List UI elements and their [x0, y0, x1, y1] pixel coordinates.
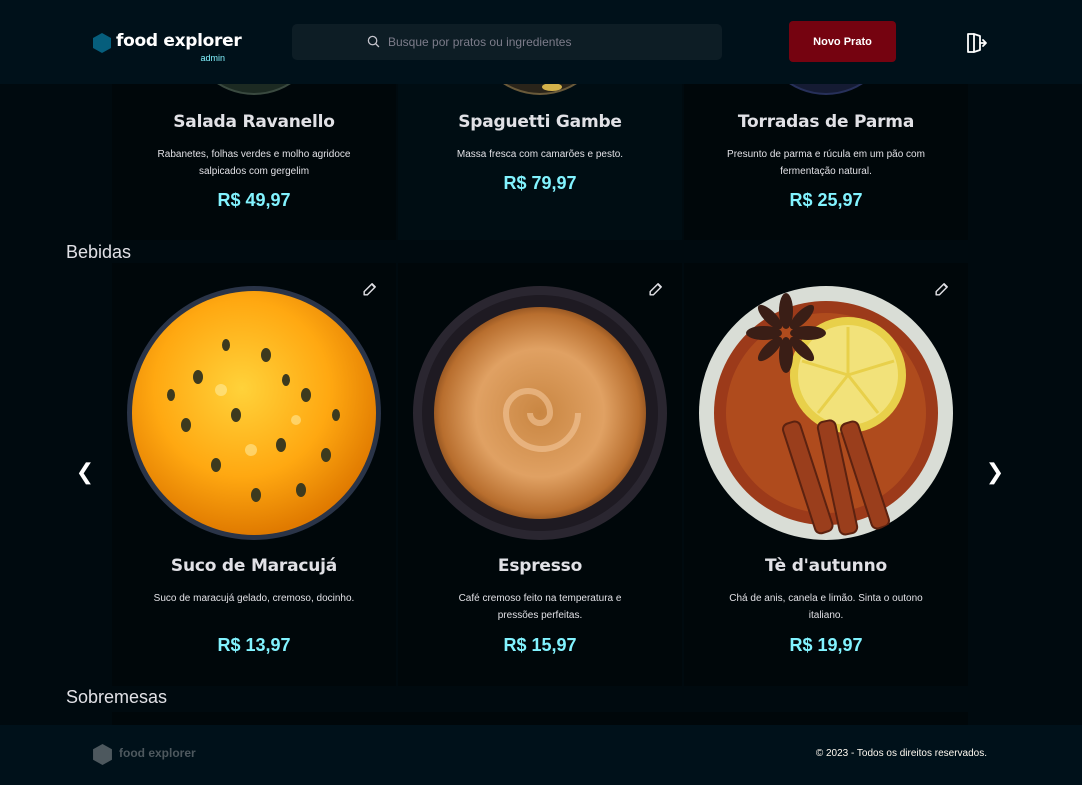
hexagon-logo-icon — [93, 33, 111, 53]
dish-name: Espresso — [497, 556, 583, 576]
chevron-left-icon[interactable]: ❮ — [73, 460, 97, 490]
footer-brand-name: food explorer — [119, 746, 196, 760]
search-bar — [292, 24, 722, 60]
hexagon-logo-icon — [93, 744, 112, 765]
dish-price: R$ 19,97 — [789, 635, 863, 655]
dish-name: Torradas de Parma — [737, 112, 915, 132]
sign-out-icon[interactable] — [964, 31, 988, 55]
dish-price: R$ 25,97 — [789, 190, 863, 210]
dish-description: Chá de anis, canela e limão. Sinta o out… — [729, 593, 923, 621]
dish-name: Tè d'autunno — [765, 556, 887, 576]
dish-name: Salada Ravanello — [173, 112, 335, 132]
dish-description: Café cremoso feito na temperatura e pres… — [458, 593, 622, 621]
dish-name: Suco de Maracujá — [170, 556, 338, 576]
dish-description: Suco de maracujá gelado, cremoso, docinh… — [153, 593, 355, 604]
desserts-carousel — [112, 712, 968, 725]
footer: food explorer © 2023 - Todos os direitos… — [0, 725, 1082, 785]
dish-price: R$ 15,97 — [503, 635, 577, 655]
chevron-right-icon[interactable]: ❯ — [983, 460, 1007, 490]
dish-name: Spaguetti Gambe — [458, 112, 622, 132]
dish-price: R$ 79,97 — [503, 173, 577, 193]
dish-description: Rabanetes, folhas verdes e molho agridoc… — [157, 149, 351, 177]
search-input[interactable] — [388, 24, 708, 60]
admin-badge: admin — [200, 53, 225, 63]
dish-price: R$ 49,97 — [217, 190, 291, 210]
dish-price: R$ 13,97 — [217, 635, 291, 655]
dish-image-sliver — [503, 84, 577, 95]
edit-icon[interactable] — [647, 279, 666, 298]
new-dish-button[interactable]: Novo Prato — [789, 21, 896, 62]
dish-image-sliver — [217, 84, 291, 95]
passion-fruit-juice-image — [127, 286, 381, 540]
dish-image-sliver — [789, 84, 863, 95]
dish-card[interactable]: Espresso Café cremoso feito na temperatu… — [398, 263, 682, 686]
section-title-bebidas: Bebidas — [66, 242, 132, 262]
top-navbar: food explorer admin Novo Prato — [0, 0, 1082, 84]
dish-card[interactable]: Suco de Maracujá Suco de maracujá gelado… — [112, 263, 396, 686]
brand-name: food explorer — [116, 31, 242, 51]
section-title-sobremesas: Sobremesas — [66, 687, 168, 707]
espresso-image — [413, 286, 667, 540]
edit-icon[interactable] — [361, 279, 380, 298]
dish-description: Massa fresca com camarões e pesto. — [456, 149, 624, 160]
copyright-text: © 2023 - Todos os direitos reservados. — [815, 748, 987, 759]
brand-logo[interactable]: food explorer admin — [93, 31, 242, 63]
edit-icon[interactable] — [933, 279, 952, 298]
search-icon — [367, 35, 380, 48]
dish-card[interactable]: Tè d'autunno Chá de anis, canela e limão… — [684, 263, 968, 686]
autumn-tea-image — [699, 286, 953, 540]
dish-description: Presunto de parma e rúcula em um pão com… — [727, 149, 925, 177]
